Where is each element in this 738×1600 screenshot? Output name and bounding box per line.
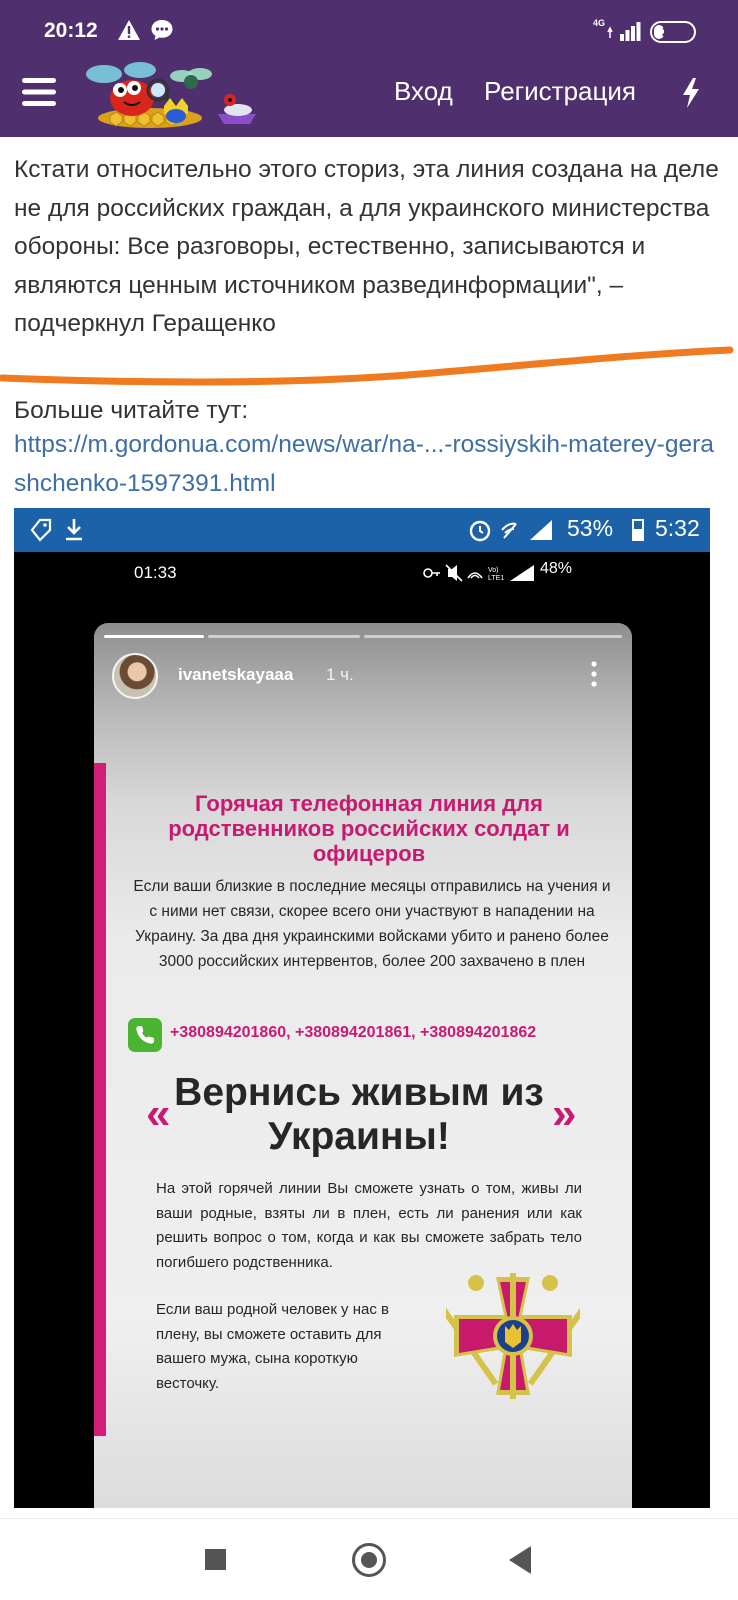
flyer-accent-bar (94, 763, 106, 1436)
inner-status-time: 01:33 (134, 563, 177, 582)
screenshot-battery-icon (632, 519, 644, 541)
story-timestamp: 1 ч. (326, 665, 354, 684)
inner-battery-percent: 48% (540, 560, 573, 577)
home-button-dot (361, 1552, 377, 1568)
story-progress-segment (364, 635, 622, 638)
closing-quote-mark: » (552, 1089, 577, 1138)
instagram-story[interactable]: ivanetskayaaa 1 ч. Горячая телефонная ли… (94, 623, 632, 1508)
svg-text:LTE1: LTE1 (488, 575, 504, 582)
flyer-intro: Если ваши близкие в последние месяцы отп… (133, 878, 611, 970)
battery-icon: 26 (650, 21, 696, 43)
network-type-label: 4G (593, 18, 606, 28)
phone-icon (128, 1018, 162, 1052)
register-link[interactable]: Регистрация (484, 76, 636, 107)
story-username[interactable]: ivanetskayaaa (178, 665, 293, 685)
story-progress-segment (104, 635, 204, 638)
flyer-title: Горячая телефонная линия для родственник… (168, 791, 570, 866)
flyer-paragraph: На этой горячей линии Вы сможете узнать … (156, 1180, 582, 1271)
more-options-icon[interactable] (584, 659, 604, 689)
svg-text:Vo): Vo) (488, 567, 499, 574)
hotline-numbers: +380894201860, +380894201861, +380894201… (170, 1024, 537, 1041)
alarm-wifi-signal-icons (469, 520, 552, 542)
embedded-screenshot[interactable]: 53% 5:32 01:33 Vo) LTE1 48% ivanetskayaa… (14, 508, 710, 1508)
flyer-paragraph: Если ваш родной человек у нас в плену, в… (156, 1301, 389, 1392)
recent-apps-button[interactable] (205, 1549, 226, 1570)
flyer-slogan: Вернись живым из Украины! (174, 1071, 544, 1158)
article-quote: Кстати относительно этого сториз, эта ли… (14, 156, 719, 337)
system-navigation-bar (0, 1518, 738, 1600)
lightning-icon[interactable] (680, 78, 702, 108)
inner-status-icons: Vo) LTE1 (423, 564, 534, 582)
screenshot-status-bar: 53% 5:32 (14, 508, 710, 552)
chat-bubble-icon (151, 20, 173, 40)
read-more-label: Больше читайте тут: (14, 397, 249, 424)
source-link[interactable]: https://m.gordonua.com/news/war/na-...-r… (14, 426, 726, 503)
site-logo[interactable] (80, 60, 270, 130)
warning-icon (118, 20, 140, 40)
screenshot-time: 5:32 (655, 515, 700, 541)
login-link[interactable]: Вход (394, 76, 453, 107)
screenshot-battery-fill (634, 529, 642, 539)
back-button[interactable] (509, 1546, 531, 1574)
battery-level: 26 (662, 24, 677, 39)
screenshot-battery-percent: 53% (567, 515, 614, 541)
notification-icons (30, 518, 82, 542)
home-button[interactable] (352, 1543, 386, 1577)
hamburger-menu-icon[interactable] (22, 78, 56, 106)
defense-ministry-emblem-icon (446, 1273, 580, 1399)
orange-underline-annotation (0, 346, 734, 386)
signal-strength-icon (607, 22, 641, 41)
story-progress-segment (208, 635, 360, 638)
avatar[interactable] (112, 653, 158, 699)
status-time: 20:12 (44, 19, 98, 42)
app-header: 20:12 4G 26 Вход Регистрация (0, 0, 738, 137)
